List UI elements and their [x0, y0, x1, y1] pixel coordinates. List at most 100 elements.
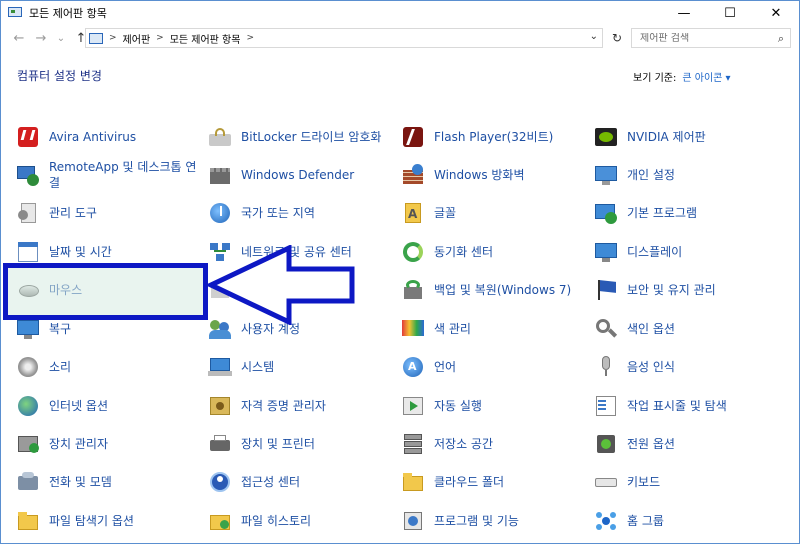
arrow-annotation	[207, 245, 355, 325]
minimize-button[interactable]: —	[661, 1, 707, 25]
page-title: 컴퓨터 설정 변경	[17, 69, 102, 83]
control-panel-item[interactable]: 파일 히스토리	[207, 503, 392, 539]
control-panel-item[interactable]: 클라우드 폴더	[400, 464, 585, 500]
phone-modem-icon	[15, 469, 41, 495]
control-panel-item[interactable]: A 언어	[400, 349, 585, 385]
display-icon	[593, 239, 619, 265]
control-panel-item[interactable]: 기본 프로그램	[593, 195, 793, 231]
control-panel-item[interactable]: 자격 증명 관리자	[207, 388, 392, 424]
sync-icon	[400, 239, 426, 265]
control-panel-item-label: 저장소 공간	[434, 437, 494, 451]
cloud-folder-icon	[400, 469, 426, 495]
address-dropdown-button[interactable]: ⌄	[590, 31, 598, 42]
control-panel-item[interactable]: NVIDIA 제어판	[593, 119, 793, 155]
control-panel-item[interactable]: 키보드	[593, 464, 793, 500]
control-panel-item-label: 전화 및 모뎀	[49, 475, 112, 489]
file-history-icon	[207, 508, 233, 534]
control-panel-item-label: 전원 옵션	[627, 437, 675, 451]
control-panel-item[interactable]: 작업 표시줄 및 탐색	[593, 388, 793, 424]
control-panel-item-label: 파일 탐색기 옵션	[49, 514, 134, 528]
control-panel-item[interactable]: 장치 관리자	[15, 426, 200, 462]
control-panel-item-label: 클라우드 폴더	[434, 475, 505, 489]
title-bar: 모든 제어판 항목 — ☐ ✕	[1, 1, 799, 25]
control-panel-icon	[89, 32, 103, 44]
control-panel-item-label: 프로그램 및 기능	[434, 514, 519, 528]
control-panel-item[interactable]: 홈 그룹	[593, 503, 793, 539]
control-panel-item-label: 날짜 및 시간	[49, 245, 112, 259]
control-panel-item[interactable]: 음성 인식	[593, 349, 793, 385]
control-panel-item[interactable]: 보안 및 유지 관리	[593, 272, 793, 308]
control-panel-item[interactable]: 색 관리	[400, 311, 585, 347]
control-panel-item[interactable]: 저장소 공간	[400, 426, 585, 462]
control-panel-item[interactable]: 인터넷 옵션	[15, 388, 200, 424]
control-panel-item[interactable]: 소리	[15, 349, 200, 385]
recent-locations-button[interactable]: ⌄	[51, 28, 71, 48]
control-panel-item[interactable]: 개인 설정	[593, 157, 793, 193]
control-panel-item[interactable]: 파일 탐색기 옵션	[15, 503, 200, 539]
control-panel-item[interactable]: A 글꼴	[400, 195, 585, 231]
control-panel-item[interactable]: 색인 옵션	[593, 311, 793, 347]
highlight-box	[3, 263, 208, 320]
control-panel-item[interactable]: 국가 또는 지역	[207, 195, 392, 231]
control-panel-item-label: 국가 또는 지역	[241, 206, 315, 220]
programs-icon	[400, 508, 426, 534]
control-panel-item[interactable]: Flash Player(32비트)	[400, 119, 585, 155]
search-box[interactable]: ⌕	[631, 28, 791, 48]
firewall-icon	[400, 162, 426, 188]
control-panel-item[interactable]: 접근성 센터	[207, 464, 392, 500]
close-button[interactable]: ✕	[753, 1, 799, 25]
remoteapp-icon	[15, 162, 41, 188]
devices-printers-icon	[207, 431, 233, 457]
control-panel-item-label: 자격 증명 관리자	[241, 399, 326, 413]
control-panel-item-label: 디스플레이	[627, 245, 683, 259]
breadcrumb-all-items[interactable]: 모든 제어판 항목	[170, 31, 241, 46]
search-input[interactable]	[640, 32, 776, 44]
view-by-dropdown[interactable]: 큰 아이콘 ▾	[682, 73, 730, 84]
control-panel-item[interactable]: 자동 실행	[400, 388, 585, 424]
control-panel-item-label: 백업 및 복원(Windows 7)	[434, 283, 572, 297]
back-button[interactable]: ←	[9, 28, 29, 48]
device-manager-icon	[15, 431, 41, 457]
breadcrumb-control-panel[interactable]: 제어판	[123, 31, 151, 46]
control-panel-item-label: 키보드	[627, 475, 661, 489]
security-flag-icon	[593, 277, 619, 303]
admin-tools-icon	[15, 200, 41, 226]
address-bar[interactable]: > 제어판 > 모든 제어판 항목 > ⌄	[85, 28, 603, 48]
indexing-icon	[593, 316, 619, 342]
control-panel-item[interactable]: Avira Antivirus	[15, 119, 200, 155]
control-panel-item[interactable]: RemoteApp 및 데스크톱 연결	[15, 157, 200, 193]
window-title: 모든 제어판 항목	[29, 7, 107, 20]
control-panel-item[interactable]: 디스플레이	[593, 234, 793, 270]
control-panel-item[interactable]: Windows Defender	[207, 157, 392, 193]
control-panel-item[interactable]: BitLocker 드라이브 암호화	[207, 119, 392, 155]
internet-options-icon	[15, 393, 41, 419]
control-panel-item[interactable]: 프로그램 및 기능	[400, 503, 585, 539]
control-panel-item[interactable]: 전원 옵션	[593, 426, 793, 462]
ease-of-access-icon	[207, 469, 233, 495]
control-panel-item-label: 음성 인식	[627, 360, 675, 374]
maximize-button[interactable]: ☐	[707, 1, 753, 25]
control-panel-item[interactable]: Windows 방화벽	[400, 157, 585, 193]
view-by-label: 보기 기준:	[633, 73, 677, 84]
control-panel-item[interactable]: 동기화 센터	[400, 234, 585, 270]
power-icon	[593, 431, 619, 457]
avira-icon	[15, 124, 41, 150]
search-icon[interactable]: ⌕	[778, 32, 784, 46]
control-panel-item[interactable]: 장치 및 프린터	[207, 426, 392, 462]
control-panel-item-label: 글꼴	[434, 206, 457, 220]
control-panel-item[interactable]: 전화 및 모뎀	[15, 464, 200, 500]
control-panel-item[interactable]: 시스템	[207, 349, 392, 385]
control-panel-item[interactable]: 백업 및 복원(Windows 7)	[400, 272, 585, 308]
control-panel-item-label: 자동 실행	[434, 399, 482, 413]
control-panel-item-label: 홈 그룹	[627, 514, 664, 528]
control-panel-item-label: 색인 옵션	[627, 322, 675, 336]
control-panel-item[interactable]: 관리 도구	[15, 195, 200, 231]
address-row: ← → ⌄ ↑ > 제어판 > 모든 제어판 항목 > ⌄ ↻ ⌕	[1, 25, 799, 51]
homegroup-icon	[593, 508, 619, 534]
region-icon	[207, 200, 233, 226]
control-panel-item-label: 접근성 센터	[241, 475, 301, 489]
control-panel-item-label: 언어	[434, 360, 457, 374]
control-panel-item-label: 관리 도구	[49, 206, 97, 220]
refresh-button[interactable]: ↻	[607, 28, 627, 48]
forward-button[interactable]: →	[31, 28, 51, 48]
